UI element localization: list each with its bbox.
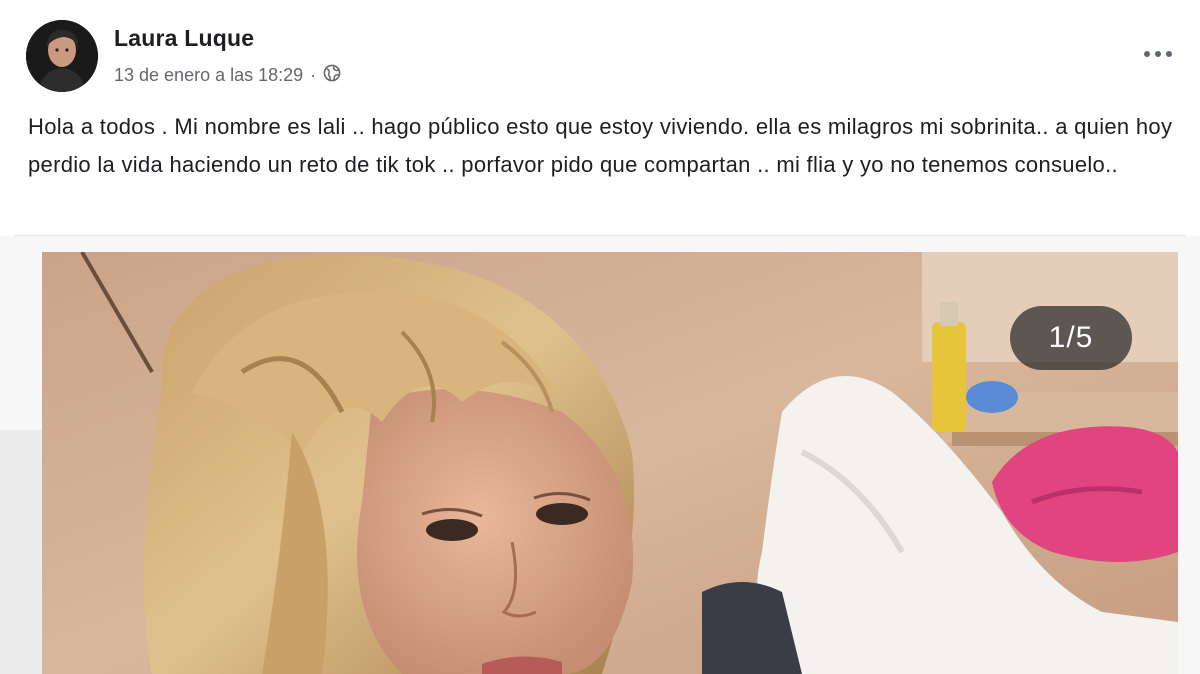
post-timestamp[interactable]: 13 de enero a las 18:29 [114,65,303,86]
facebook-post: Laura Luque 13 de enero a las 18:29 · Ho… [0,0,1200,674]
photo-image [42,252,1178,674]
post-text: Hola a todos . Mi nombre es lali .. hago… [28,114,1173,177]
photo-counter: 1/5 [1010,306,1132,370]
post-meta: 13 de enero a las 18:29 · [114,64,341,87]
previous-media-edge [0,430,43,674]
globe-icon[interactable] [323,64,341,87]
author-avatar[interactable] [26,20,98,92]
author-name[interactable]: Laura Luque [114,25,254,52]
post-photo[interactable] [42,252,1178,674]
more-options-icon[interactable] [1138,40,1178,68]
meta-separator: · [310,65,317,85]
avatar-image [26,20,98,92]
post-header: Laura Luque 13 de enero a las 18:29 · [0,0,1200,100]
